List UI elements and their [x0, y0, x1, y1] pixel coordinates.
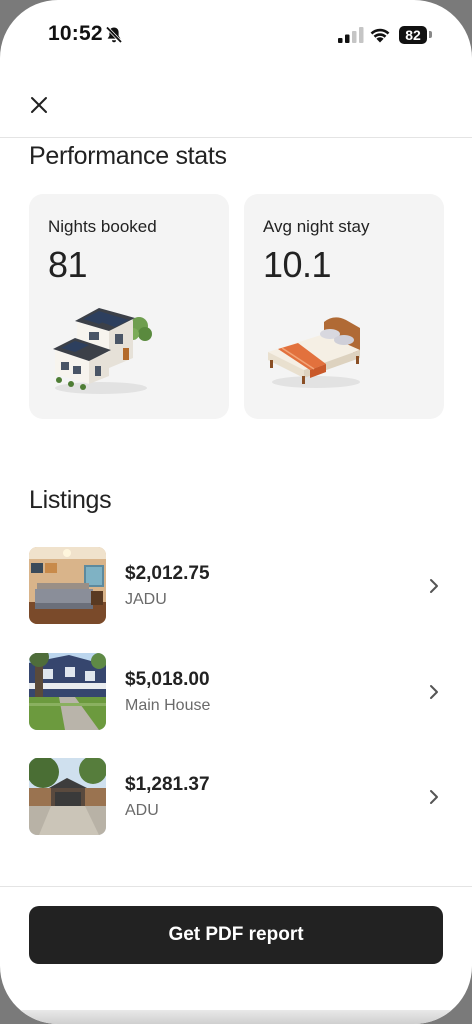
- phone-screen: 10:52 82 Performance stats Nights booked…: [0, 0, 472, 1024]
- battery-tip: [429, 31, 432, 38]
- stat-label: Avg night stay: [263, 217, 370, 236]
- listing-name: ADU: [125, 802, 159, 819]
- listing-price: $5,018.00: [125, 669, 210, 690]
- bell-slash-icon: [105, 26, 123, 44]
- stat-label: Nights booked: [48, 217, 157, 236]
- house-exterior-photo: [29, 653, 106, 730]
- garage-photo: [29, 758, 106, 835]
- footer-divider: [0, 886, 472, 887]
- listing-row-main-house[interactable]: $5,018.00 Main House: [0, 653, 472, 733]
- status-bar: 10:52 82: [0, 0, 472, 70]
- chevron-right-icon: [430, 579, 438, 593]
- stat-card-nights-booked: Nights booked 81: [29, 194, 229, 419]
- house-illustration: [53, 308, 152, 394]
- listing-price: $2,012.75: [125, 563, 210, 584]
- screen-bottom-edge: [0, 1010, 472, 1024]
- chevron-right-icon: [430, 685, 438, 699]
- close-icon: [31, 97, 47, 113]
- stat-card-avg-night-stay: Avg night stay 10.1: [244, 194, 444, 419]
- listing-thumbnail: [29, 758, 106, 835]
- bedroom-photo: [29, 547, 106, 624]
- listing-row-jadu[interactable]: $2,012.75 JADU: [0, 547, 472, 627]
- wifi-icon: [370, 28, 390, 43]
- cellular-signal-icon: [338, 27, 364, 43]
- listing-thumbnail: [29, 547, 106, 624]
- listing-name: JADU: [125, 591, 167, 608]
- get-pdf-report-button[interactable]: Get PDF report: [29, 906, 443, 964]
- close-button[interactable]: [26, 92, 52, 118]
- nav-divider: [0, 137, 472, 138]
- stat-value: 10.1: [263, 244, 332, 285]
- listing-thumbnail: [29, 653, 106, 730]
- listings-title: Listings: [29, 486, 112, 514]
- stat-value: 81: [48, 244, 88, 285]
- status-time: 10:52: [48, 22, 103, 45]
- performance-stats-title: Performance stats: [29, 142, 227, 170]
- listing-row-adu[interactable]: $1,281.37 ADU: [0, 758, 472, 838]
- listing-price: $1,281.37: [125, 774, 210, 795]
- listing-name: Main House: [125, 697, 211, 714]
- bed-illustration: [268, 317, 360, 388]
- battery-icon: 82: [399, 26, 427, 44]
- chevron-right-icon: [430, 790, 438, 804]
